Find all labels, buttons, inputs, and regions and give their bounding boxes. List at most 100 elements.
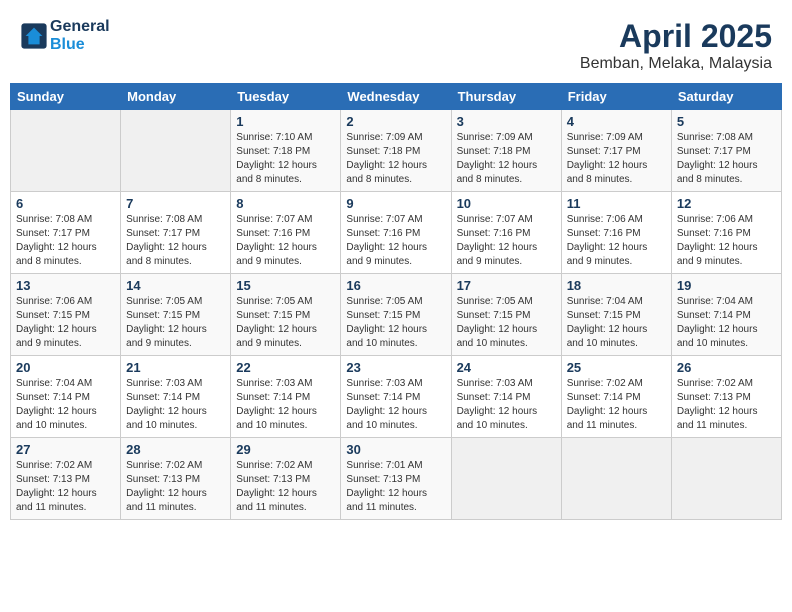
cell-info: Sunrise: 7:06 AMSunset: 7:15 PMDaylight:… xyxy=(16,295,115,351)
calendar-table: SundayMondayTuesdayWednesdayThursdayFrid… xyxy=(10,83,782,520)
calendar-cell: 2 Sunrise: 7:09 AMSunset: 7:18 PMDaylight… xyxy=(341,110,451,192)
day-number: 18 xyxy=(567,278,666,293)
calendar-cell: 29 Sunrise: 7:02 AMSunset: 7:13 PMDayligh… xyxy=(231,438,341,520)
weekday-header: Thursday xyxy=(451,84,561,110)
calendar-cell: 10 Sunrise: 7:07 AMSunset: 7:16 PMDayligh… xyxy=(451,192,561,274)
day-number: 29 xyxy=(236,442,335,457)
day-number: 25 xyxy=(567,360,666,375)
day-number: 9 xyxy=(346,196,445,211)
day-number: 23 xyxy=(346,360,445,375)
day-number: 26 xyxy=(677,360,776,375)
cell-info: Sunrise: 7:04 AMSunset: 7:14 PMDaylight:… xyxy=(16,377,115,433)
title-block: April 2025 Bemban, Melaka, Malaysia xyxy=(580,18,772,73)
calendar-cell: 14 Sunrise: 7:05 AMSunset: 7:15 PMDayligh… xyxy=(121,274,231,356)
cell-info: Sunrise: 7:08 AMSunset: 7:17 PMDaylight:… xyxy=(677,131,776,187)
day-number: 19 xyxy=(677,278,776,293)
calendar-header: SundayMondayTuesdayWednesdayThursdayFrid… xyxy=(11,84,782,110)
day-number: 10 xyxy=(457,196,556,211)
calendar-cell: 19 Sunrise: 7:04 AMSunset: 7:14 PMDayligh… xyxy=(671,274,781,356)
cell-info: Sunrise: 7:02 AMSunset: 7:13 PMDaylight:… xyxy=(16,459,115,515)
day-number: 14 xyxy=(126,278,225,293)
calendar-cell: 28Sunrise: 7:02 AMSunset: 7:13 PMDayligh… xyxy=(121,438,231,520)
cell-info: Sunrise: 7:05 AMSunset: 7:15 PMDaylight:… xyxy=(346,295,445,351)
day-number: 13 xyxy=(16,278,115,293)
page-header: General Blue April 2025 Bemban, Melaka, … xyxy=(10,10,782,77)
calendar-cell: 4 Sunrise: 7:09 AMSunset: 7:17 PMDaylight… xyxy=(561,110,671,192)
calendar-cell xyxy=(451,438,561,520)
calendar-cell xyxy=(561,438,671,520)
day-number: 5 xyxy=(677,114,776,129)
calendar-cell xyxy=(11,110,121,192)
logo: General Blue xyxy=(20,18,110,53)
logo-icon xyxy=(20,22,48,50)
cell-info: Sunrise: 7:08 AMSunset: 7:17 PMDaylight:… xyxy=(16,213,115,269)
day-number: 3 xyxy=(457,114,556,129)
cell-info: Sunrise: 7:03 AMSunset: 7:14 PMDaylight:… xyxy=(126,377,225,433)
cell-info: Sunrise: 7:03 AMSunset: 7:14 PMDaylight:… xyxy=(236,377,335,433)
calendar-cell: 20 Sunrise: 7:04 AMSunset: 7:14 PMDayligh… xyxy=(11,356,121,438)
calendar-cell: 5 Sunrise: 7:08 AMSunset: 7:17 PMDaylight… xyxy=(671,110,781,192)
cell-info: Sunrise: 7:02 AMSunset: 7:13 PMDaylight:… xyxy=(126,459,225,515)
weekday-header: Friday xyxy=(561,84,671,110)
cell-info: Sunrise: 7:06 AMSunset: 7:16 PMDaylight:… xyxy=(567,213,666,269)
day-number: 2 xyxy=(346,114,445,129)
calendar-cell: 22Sunrise: 7:03 AMSunset: 7:14 PMDayligh… xyxy=(231,356,341,438)
cell-info: Sunrise: 7:03 AMSunset: 7:14 PMDaylight:… xyxy=(346,377,445,433)
day-number: 15 xyxy=(236,278,335,293)
weekday-header: Sunday xyxy=(11,84,121,110)
calendar-cell: 16 Sunrise: 7:05 AMSunset: 7:15 PMDayligh… xyxy=(341,274,451,356)
calendar-cell: 11Sunrise: 7:06 AMSunset: 7:16 PMDayligh… xyxy=(561,192,671,274)
calendar-title: April 2025 xyxy=(580,18,772,55)
cell-info: Sunrise: 7:07 AMSunset: 7:16 PMDaylight:… xyxy=(457,213,556,269)
cell-info: Sunrise: 7:05 AMSunset: 7:15 PMDaylight:… xyxy=(126,295,225,351)
cell-info: Sunrise: 7:02 AMSunset: 7:13 PMDaylight:… xyxy=(677,377,776,433)
day-number: 8 xyxy=(236,196,335,211)
calendar-cell: 17 Sunrise: 7:05 AMSunset: 7:15 PMDayligh… xyxy=(451,274,561,356)
calendar-cell: 25 Sunrise: 7:02 AMSunset: 7:14 PMDayligh… xyxy=(561,356,671,438)
calendar-cell: 18 Sunrise: 7:04 AMSunset: 7:15 PMDayligh… xyxy=(561,274,671,356)
calendar-cell: 6 Sunrise: 7:08 AMSunset: 7:17 PMDaylight… xyxy=(11,192,121,274)
day-number: 20 xyxy=(16,360,115,375)
calendar-cell xyxy=(671,438,781,520)
cell-info: Sunrise: 7:10 AMSunset: 7:18 PMDaylight:… xyxy=(236,131,335,187)
day-number: 7 xyxy=(126,196,225,211)
day-number: 17 xyxy=(457,278,556,293)
day-number: 6 xyxy=(16,196,115,211)
day-number: 27 xyxy=(16,442,115,457)
cell-info: Sunrise: 7:04 AMSunset: 7:15 PMDaylight:… xyxy=(567,295,666,351)
cell-info: Sunrise: 7:04 AMSunset: 7:14 PMDaylight:… xyxy=(677,295,776,351)
cell-info: Sunrise: 7:01 AMSunset: 7:13 PMDaylight:… xyxy=(346,459,445,515)
calendar-cell: 30 Sunrise: 7:01 AMSunset: 7:13 PMDayligh… xyxy=(341,438,451,520)
calendar-cell: 8 Sunrise: 7:07 AMSunset: 7:16 PMDaylight… xyxy=(231,192,341,274)
cell-info: Sunrise: 7:09 AMSunset: 7:18 PMDaylight:… xyxy=(457,131,556,187)
calendar-cell: 13 Sunrise: 7:06 AMSunset: 7:15 PMDayligh… xyxy=(11,274,121,356)
calendar-cell: 24Sunrise: 7:03 AMSunset: 7:14 PMDayligh… xyxy=(451,356,561,438)
day-number: 16 xyxy=(346,278,445,293)
calendar-cell xyxy=(121,110,231,192)
calendar-subtitle: Bemban, Melaka, Malaysia xyxy=(580,55,772,73)
cell-info: Sunrise: 7:02 AMSunset: 7:13 PMDaylight:… xyxy=(236,459,335,515)
cell-info: Sunrise: 7:02 AMSunset: 7:14 PMDaylight:… xyxy=(567,377,666,433)
weekday-header: Wednesday xyxy=(341,84,451,110)
cell-info: Sunrise: 7:09 AMSunset: 7:17 PMDaylight:… xyxy=(567,131,666,187)
calendar-cell: 3 Sunrise: 7:09 AMSunset: 7:18 PMDaylight… xyxy=(451,110,561,192)
day-number: 21 xyxy=(126,360,225,375)
calendar-cell: 23 Sunrise: 7:03 AMSunset: 7:14 PMDayligh… xyxy=(341,356,451,438)
cell-info: Sunrise: 7:05 AMSunset: 7:15 PMDaylight:… xyxy=(457,295,556,351)
weekday-header: Tuesday xyxy=(231,84,341,110)
calendar-cell: 26 Sunrise: 7:02 AMSunset: 7:13 PMDayligh… xyxy=(671,356,781,438)
logo-text: General Blue xyxy=(50,18,110,53)
day-number: 12 xyxy=(677,196,776,211)
calendar-cell: 7 Sunrise: 7:08 AMSunset: 7:17 PMDaylight… xyxy=(121,192,231,274)
cell-info: Sunrise: 7:09 AMSunset: 7:18 PMDaylight:… xyxy=(346,131,445,187)
calendar-cell: 12Sunrise: 7:06 AMSunset: 7:16 PMDayligh… xyxy=(671,192,781,274)
calendar-cell: 21 Sunrise: 7:03 AMSunset: 7:14 PMDayligh… xyxy=(121,356,231,438)
day-number: 30 xyxy=(346,442,445,457)
cell-info: Sunrise: 7:08 AMSunset: 7:17 PMDaylight:… xyxy=(126,213,225,269)
weekday-header: Monday xyxy=(121,84,231,110)
day-number: 4 xyxy=(567,114,666,129)
cell-info: Sunrise: 7:07 AMSunset: 7:16 PMDaylight:… xyxy=(236,213,335,269)
cell-info: Sunrise: 7:07 AMSunset: 7:16 PMDaylight:… xyxy=(346,213,445,269)
calendar-cell: 15Sunrise: 7:05 AMSunset: 7:15 PMDayligh… xyxy=(231,274,341,356)
calendar-cell: 9 Sunrise: 7:07 AMSunset: 7:16 PMDaylight… xyxy=(341,192,451,274)
